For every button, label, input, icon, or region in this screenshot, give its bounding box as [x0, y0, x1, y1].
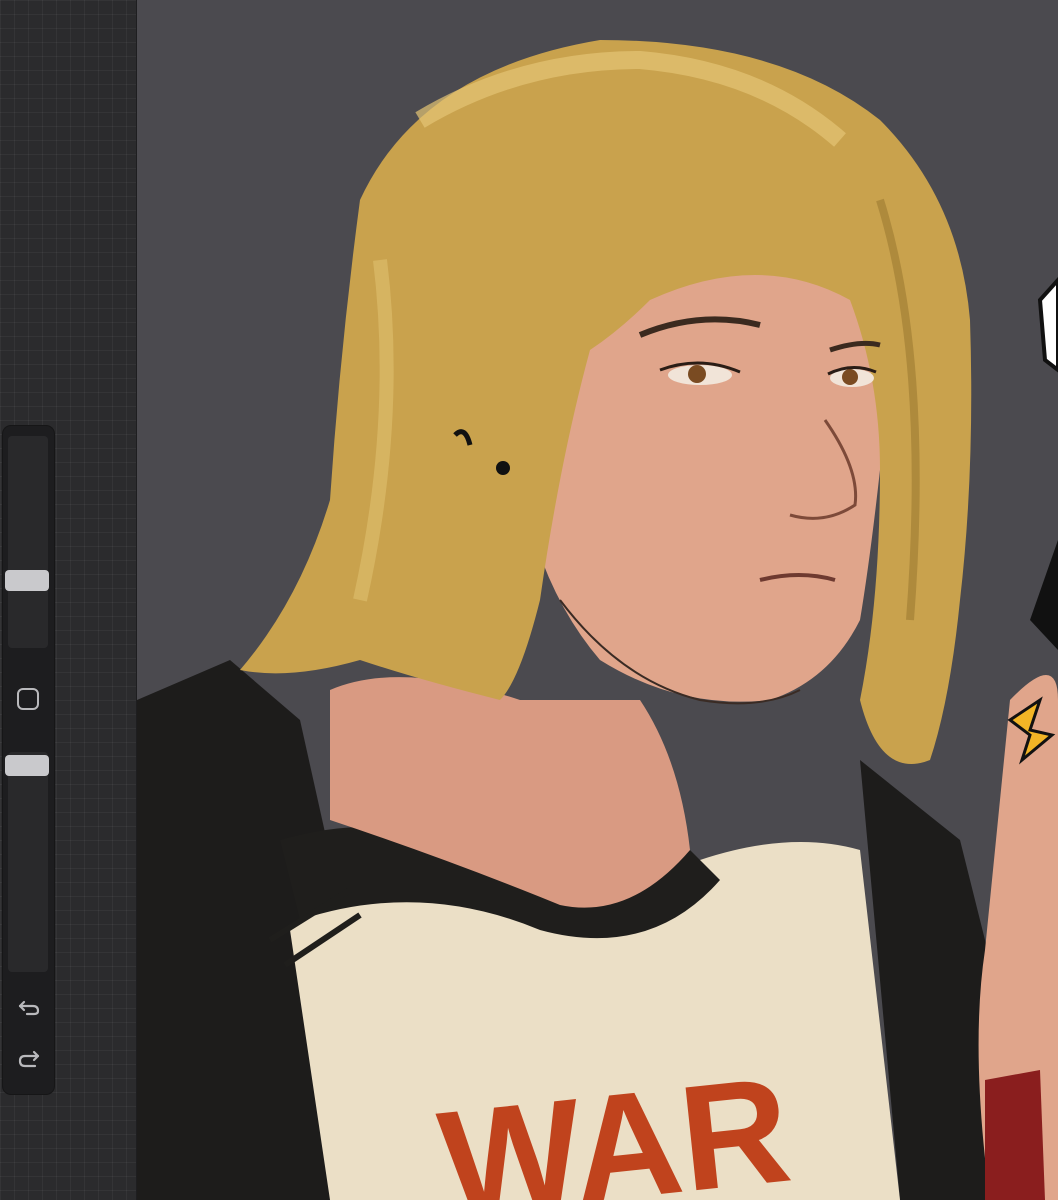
redo-button[interactable] [15, 1046, 43, 1074]
modify-button[interactable] [17, 688, 39, 710]
ear-stud [496, 461, 510, 475]
redo-icon [18, 1050, 40, 1068]
opacity-slider-thumb[interactable] [5, 755, 49, 776]
brush-size-slider[interactable] [8, 436, 48, 648]
opacity-slider[interactable] [8, 752, 48, 972]
undo-button[interactable] [15, 992, 43, 1020]
brush-size-slider-thumb[interactable] [5, 570, 49, 591]
artwork-canvas[interactable]: WAR [137, 0, 1058, 1200]
undo-icon [18, 1000, 40, 1016]
tool-sidebar [3, 426, 54, 1094]
